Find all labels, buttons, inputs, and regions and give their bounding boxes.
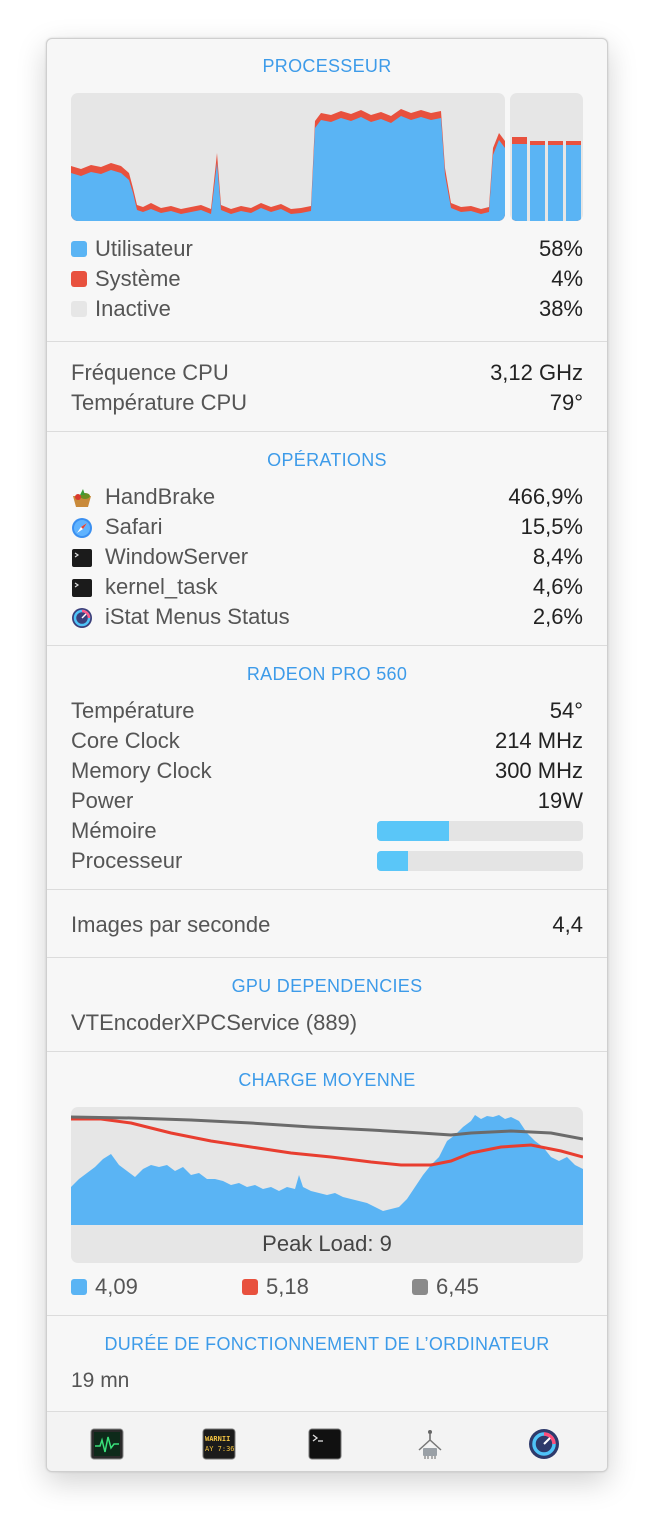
handbrake-icon [71, 487, 93, 509]
gpu-memory-bar-fill [377, 821, 450, 841]
idle-swatch [71, 301, 87, 317]
app-shortcuts-bar: WARNII AY 7:36 [47, 1411, 607, 1471]
section-title-processor: PROCESSEUR [262, 56, 392, 76]
gpu-processor-bar-fill [377, 851, 408, 871]
gpu-memory-row: Mémoire [71, 817, 583, 845]
load-legend-5min: 5,18 [242, 1273, 309, 1301]
cpu-cores-graph [510, 93, 583, 221]
istat-menus-icon[interactable] [527, 1428, 561, 1460]
section-title-gpu: RADEON PRO 560 [246, 664, 408, 684]
istat-icon [71, 607, 93, 629]
terminal-icon[interactable] [308, 1428, 342, 1460]
system-information-icon[interactable] [413, 1428, 447, 1460]
console-icon[interactable]: WARNII AY 7:36 [202, 1428, 236, 1460]
gpu-processor-row: Processeur [71, 847, 583, 875]
cpu-history-graph [71, 93, 505, 221]
gpu-processor-bar [377, 851, 583, 871]
cpu-frequency-row: Fréquence CPU 3,12 GHz [71, 360, 583, 385]
section-title-processes: OPÉRATIONS [267, 450, 387, 470]
gpu-temperature-row: Température 54° [71, 698, 583, 723]
safari-icon [71, 517, 93, 539]
user-swatch [71, 241, 87, 257]
cpu-temperature-row: Température CPU 79° [71, 390, 583, 415]
gpu-dependency-item: VTEncoderXPCService (889) [71, 1010, 358, 1035]
activity-monitor-icon[interactable] [90, 1428, 124, 1460]
gpu-power-row: Power 19W [71, 788, 583, 813]
gpu-core-clock-row: Core Clock 214 MHz [71, 728, 583, 753]
section-title-uptime: DURÉE DE FONCTIONNEMENT DE L’ORDINATEUR [104, 1334, 550, 1354]
svg-text:AY 7:36: AY 7:36 [205, 1445, 235, 1453]
gpu-memory-bar [377, 821, 583, 841]
load-15min-swatch [412, 1279, 428, 1295]
load-1min-swatch [71, 1279, 87, 1295]
terminal-icon [71, 577, 93, 599]
load-5min-swatch [242, 1279, 258, 1295]
section-title-load-average: CHARGE MOYENNE [238, 1070, 416, 1090]
legend-idle: Inactive 38% [71, 295, 583, 323]
system-swatch [71, 271, 87, 287]
process-row[interactable]: Safari 15,5% [71, 513, 583, 541]
legend-system: Système 4% [71, 265, 583, 293]
load-average-graph: Peak Load: 9 [71, 1107, 583, 1263]
process-row[interactable]: WindowServer 8,4% [71, 543, 583, 571]
svg-text:WARNII: WARNII [205, 1435, 230, 1443]
process-row[interactable]: HandBrake 466,9% [71, 483, 583, 511]
uptime-value: 19 mn [71, 1369, 130, 1392]
load-legend-1min: 4,09 [71, 1273, 138, 1301]
legend-user: Utilisateur 58% [71, 235, 583, 263]
gpu-memory-clock-row: Memory Clock 300 MHz [71, 758, 583, 783]
istat-dropdown-panel: PROCESSEUR Utilisateur 58% Système 4% In… [46, 38, 608, 1472]
load-legend-15min: 6,45 [412, 1273, 479, 1301]
process-row[interactable]: kernel_task 4,6% [71, 573, 583, 601]
terminal-icon [71, 547, 93, 569]
fps-row: Images par seconde 4,4 [71, 912, 583, 937]
peak-load-label: Peak Load: 9 [262, 1231, 392, 1256]
process-row[interactable]: iStat Menus Status 2,6% [71, 603, 583, 631]
section-title-gpu-dependencies: GPU DEPENDENCIES [231, 976, 423, 996]
